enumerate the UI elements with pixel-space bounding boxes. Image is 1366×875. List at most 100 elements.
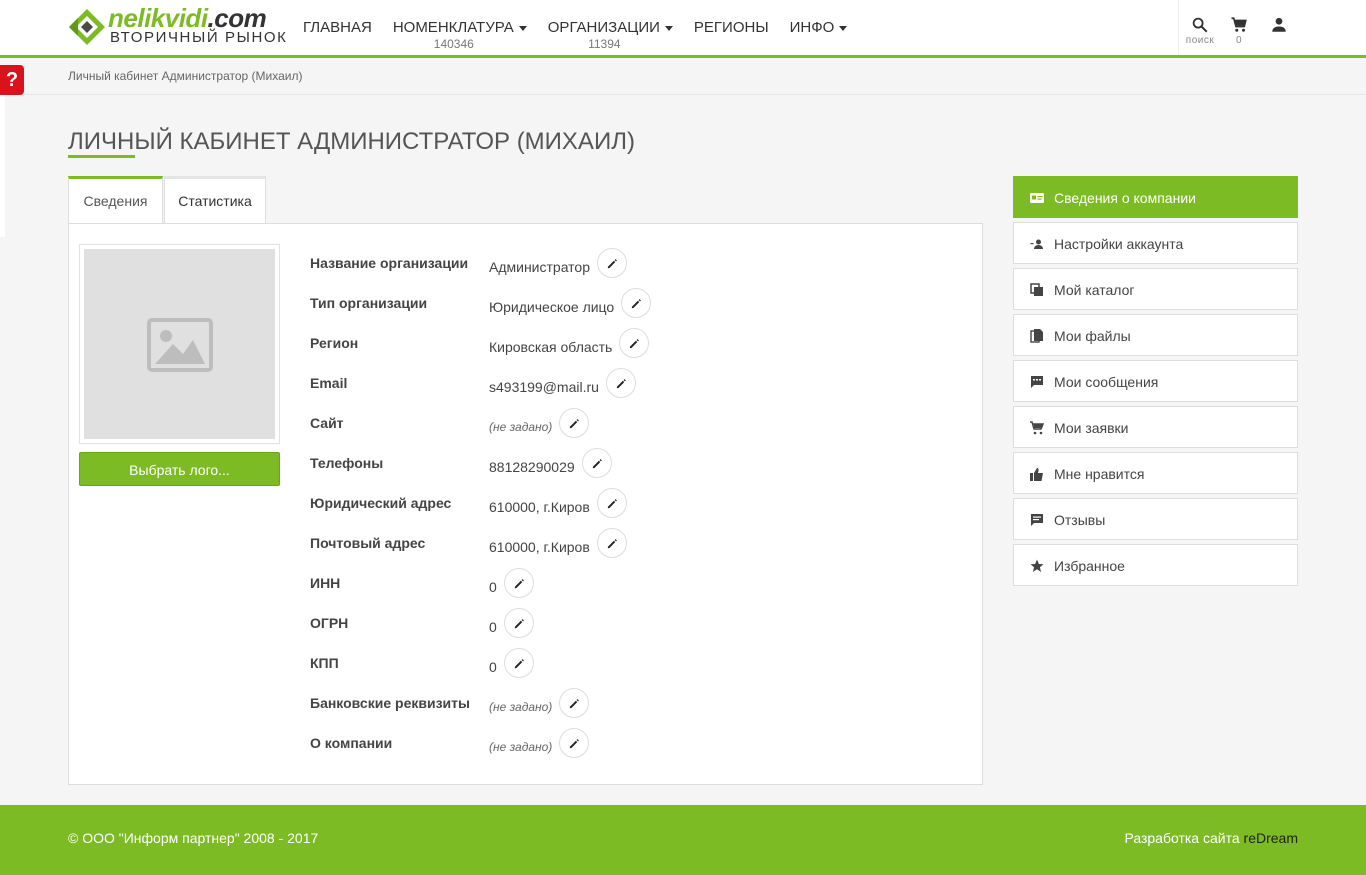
developer-credit[interactable]: Разработка сайта reDream [1124, 830, 1298, 846]
nav-nomenclature[interactable]: НОМЕНКЛАТУРА 140346 [393, 0, 527, 55]
field-value: 610000, г.Киров [489, 488, 627, 518]
sidebar-item[interactable]: Настройки аккаунта [1013, 222, 1298, 264]
pencil-icon [570, 419, 580, 429]
breadcrumb-divider [24, 94, 1366, 95]
sidebar-item[interactable]: Избранное [1013, 544, 1298, 586]
field-value-text: s493199@mail.ru [489, 378, 599, 395]
chevron-down-icon [518, 25, 527, 31]
nav-home[interactable]: ГЛАВНАЯ [303, 0, 372, 55]
sidebar-item-label: Избранное [1054, 558, 1125, 574]
pencil-icon [607, 259, 617, 269]
choose-logo-button[interactable]: Выбрать лого... [79, 452, 280, 486]
edit-button[interactable] [597, 248, 628, 278]
sidebar-item-label: Мой каталог [1054, 282, 1135, 298]
logo-preview [79, 244, 280, 444]
logo-placeholder [84, 249, 275, 439]
field-label: ИНН [310, 575, 341, 591]
user-icon [1272, 17, 1286, 32]
field-value: 0 [489, 608, 534, 638]
field-value: 610000, г.Киров [489, 528, 627, 558]
field-value: 0 [489, 568, 534, 598]
field-value-text: Кировская область [489, 338, 613, 355]
footer: © ООО "Информ партнер" 2008 - 2017 Разра… [0, 805, 1366, 875]
sidebar-item-label: Мои сообщения [1054, 374, 1159, 390]
pencil-icon [632, 299, 642, 309]
review-icon [1030, 513, 1044, 527]
field-row: Почтовый адрес 610000, г.Киров [310, 524, 910, 564]
pencil-icon [514, 659, 524, 669]
chevron-down-icon [664, 25, 673, 31]
sidebar-item[interactable]: Отзывы [1013, 498, 1298, 540]
pencil-icon [616, 379, 626, 389]
field-label: ОГРН [310, 615, 349, 631]
pencil-icon [607, 499, 617, 509]
field-value: (не задано) [489, 408, 590, 438]
field-row: Название организации Администратор [310, 244, 910, 284]
sidebar-item[interactable]: Мои заявки [1013, 406, 1298, 448]
chevron-down-icon [839, 25, 848, 31]
nav-regions[interactable]: РЕГИОНЫ [694, 0, 769, 55]
edit-button[interactable] [559, 728, 590, 758]
title-underline [68, 155, 135, 158]
nav-info[interactable]: ИНФО [790, 0, 848, 55]
search-icon [1192, 17, 1208, 33]
sidebar-item[interactable]: Мне нравится [1013, 452, 1298, 494]
field-row: КПП 0 [310, 644, 910, 684]
sidebar-item[interactable]: Мои файлы [1013, 314, 1298, 356]
edit-button[interactable] [503, 648, 534, 678]
sidebar-item[interactable]: Сведения о компании [1013, 176, 1298, 218]
sidebar-item-label: Настройки аккаунта [1054, 236, 1184, 252]
field-row: ИНН 0 [310, 564, 910, 604]
edit-button[interactable] [581, 448, 612, 478]
user-settings-icon [1030, 237, 1044, 251]
edit-button[interactable] [619, 328, 650, 358]
sidebar-item[interactable]: Мои сообщения [1013, 360, 1298, 402]
field-row: Регион Кировская область [310, 324, 910, 364]
field-label: Юридический адрес [310, 495, 452, 511]
field-row: Юридический адрес 610000, г.Киров [310, 484, 910, 524]
page-title: ЛИЧНЫЙ КАБИНЕТ АДМИНИСТРАТОР (МИХАИЛ) [68, 128, 635, 155]
breadcrumb[interactable]: Личный кабинет Администратор (Михаил) [68, 69, 302, 83]
edit-button[interactable] [605, 368, 636, 398]
edit-button[interactable] [596, 528, 627, 558]
sidebar-item-label: Сведения о компании [1054, 190, 1196, 206]
field-value: (не задано) [489, 688, 590, 718]
field-row: ОГРН 0 [310, 604, 910, 644]
developer-link[interactable]: reDream [1244, 830, 1298, 846]
field-value-text: Юридическое лицо [489, 298, 615, 315]
site-logo[interactable]: nelikvidi.com ВТОРИЧНЫЙ РЫНОК [68, 4, 286, 48]
field-value-text: 0 [489, 658, 497, 675]
edit-button[interactable] [559, 688, 590, 718]
catalog-icon [1030, 283, 1044, 297]
tab-statistics[interactable]: Статистика [164, 176, 266, 223]
copyright: © ООО "Информ партнер" 2008 - 2017 [68, 830, 319, 846]
search-button[interactable]: поиск [1183, 16, 1217, 46]
side-tab-strip [0, 95, 5, 237]
sidebar-item[interactable]: Мой каталог [1013, 268, 1298, 310]
field-value-text: 88128290029 [489, 458, 575, 475]
cart-button[interactable]: 0 [1229, 16, 1249, 46]
pencil-icon [514, 619, 524, 629]
help-button[interactable]: ? [0, 65, 24, 95]
account-button[interactable] [1269, 16, 1289, 34]
tab-info[interactable]: Сведения [68, 176, 163, 224]
field-value: Юридическое лицо [489, 288, 652, 318]
logo-tagline: ВТОРИЧНЫЙ РЫНОК [110, 29, 288, 46]
edit-button[interactable] [503, 608, 534, 638]
field-value: Кировская область [489, 328, 650, 358]
field-label: Почтовый адрес [310, 535, 426, 551]
header-tools: поиск 0 [1178, 0, 1298, 55]
sidebar-item-label: Мне нравится [1054, 466, 1145, 482]
field-row: О компании (не задано) [310, 724, 910, 764]
field-value: s493199@mail.ru [489, 368, 636, 398]
nav-organizations[interactable]: ОРГАНИЗАЦИИ 11394 [548, 0, 673, 55]
edit-button[interactable] [621, 288, 652, 318]
edit-button[interactable] [559, 408, 590, 438]
field-value: 0 [489, 648, 534, 678]
pencil-icon [607, 539, 617, 549]
field-label: Банковские реквизиты [310, 695, 470, 711]
edit-button[interactable] [596, 488, 627, 518]
sidebar-item-label: Мои заявки [1054, 420, 1129, 436]
edit-button[interactable] [503, 568, 534, 598]
field-label: КПП [310, 655, 339, 671]
